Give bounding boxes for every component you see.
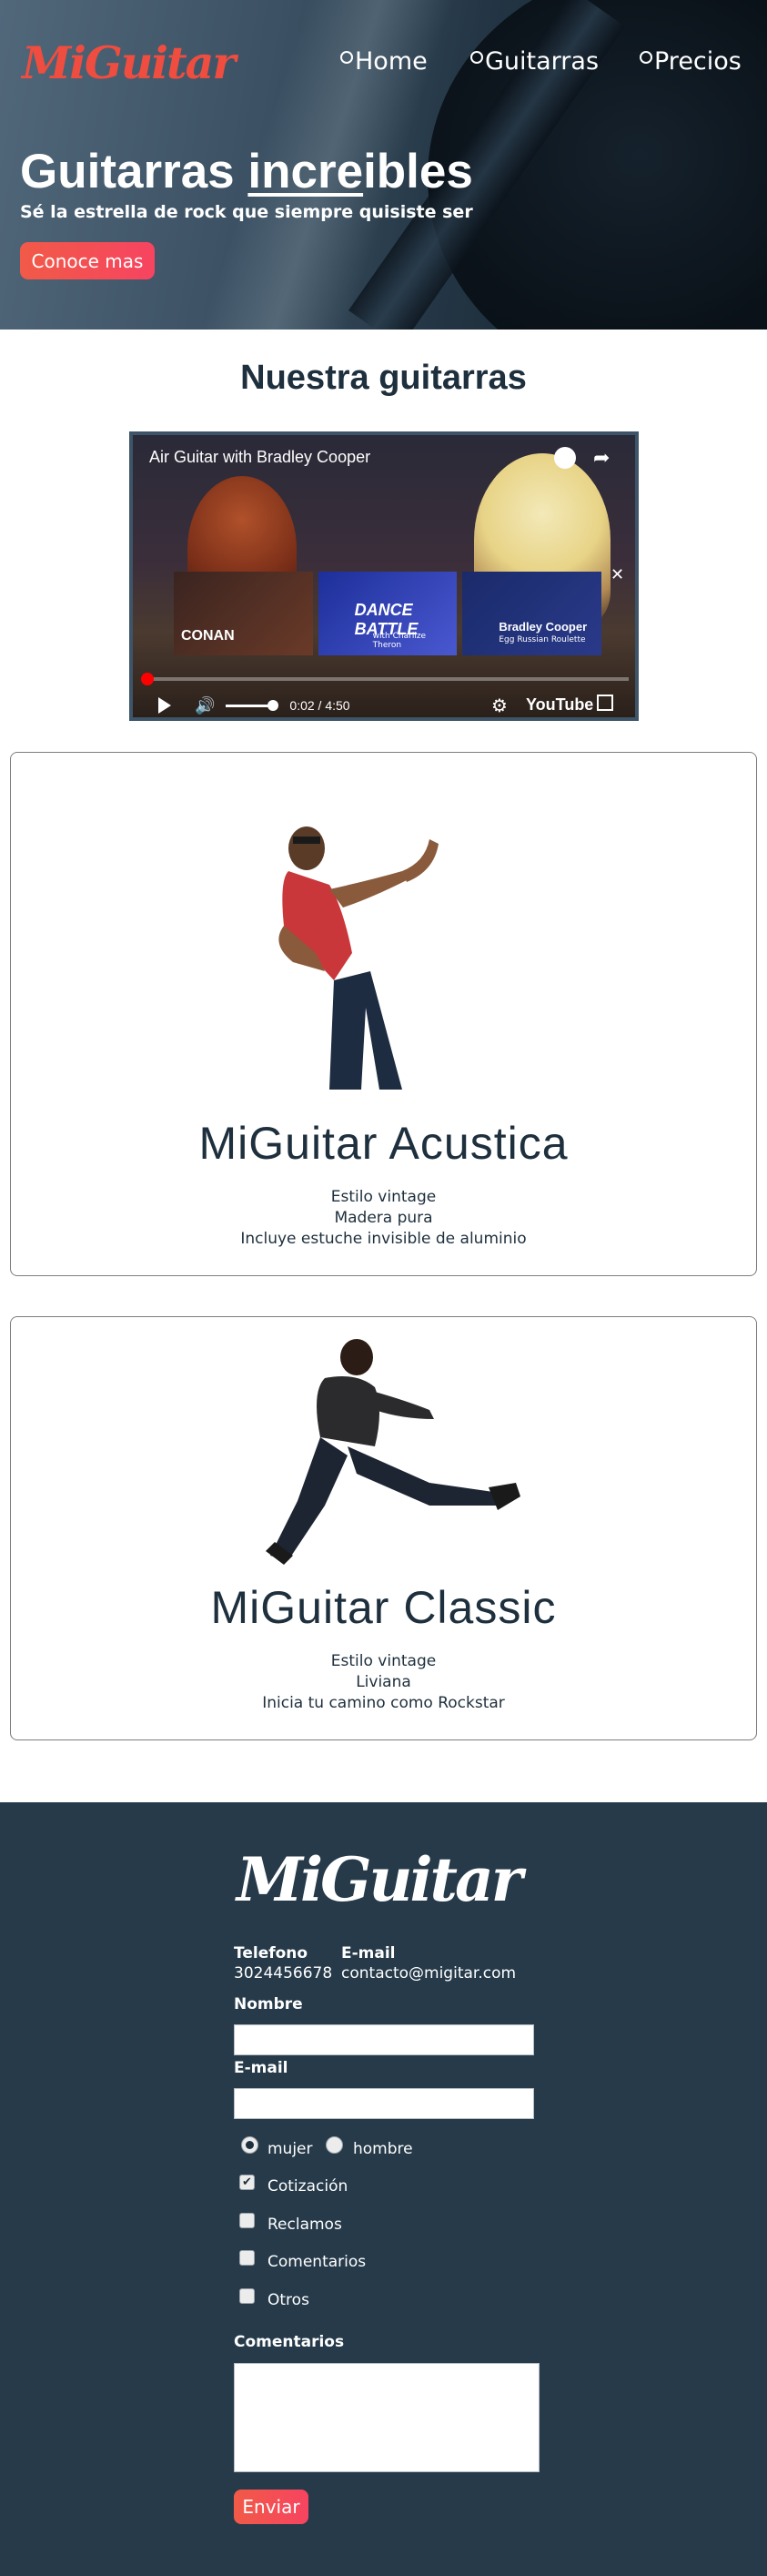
email-input[interactable] xyxy=(234,2088,534,2119)
hero-title-underlined: incre xyxy=(247,145,364,198)
circle-bullet-icon xyxy=(640,51,652,64)
video-player[interactable]: Air Guitar with Bradley Cooper ➦ ✕ CONAN… xyxy=(129,431,639,721)
nav-item-guitarras[interactable]: Guitarras xyxy=(470,47,599,76)
hero-title-end: ibles xyxy=(363,145,473,198)
brand-logo[interactable]: MiGuitar xyxy=(22,36,236,89)
product-feature: Inicia tu camino como Rockstar xyxy=(262,1694,505,1712)
watch-later-icon[interactable] xyxy=(554,447,576,469)
product-feature: Incluye estuche invisible de aluminio xyxy=(240,1230,527,1248)
video-time: 0:02 / 4:50 xyxy=(289,698,350,713)
hero-subtitle: Sé la estrella de rock que siempre quisi… xyxy=(20,202,473,222)
volume-slider[interactable] xyxy=(226,699,279,711)
topic-checkbox-cotizacion[interactable]: ✔ xyxy=(239,2175,255,2190)
hero-title: Guitarras increibles xyxy=(20,144,473,199)
gender-radio-mujer[interactable] xyxy=(241,2136,258,2154)
close-icon[interactable]: ✕ xyxy=(611,565,624,584)
submit-button[interactable]: Enviar xyxy=(234,2490,308,2524)
progress-scrubber[interactable] xyxy=(141,673,154,685)
play-icon[interactable] xyxy=(158,697,171,714)
email-field-label: E-mail xyxy=(234,2059,288,2077)
phone-value: 3024456678 xyxy=(234,1964,333,1983)
topic-option-label: Otros xyxy=(267,2291,309,2309)
volume-icon[interactable]: 🔊 xyxy=(195,696,215,715)
guitarist-photo-classic xyxy=(266,1339,520,1565)
gender-option-label: mujer xyxy=(267,2140,313,2158)
nav-item-label: Precios xyxy=(654,47,742,76)
comments-textarea[interactable] xyxy=(234,2363,540,2472)
guitarist-photo-acustica xyxy=(278,827,439,1090)
fullscreen-icon[interactable] xyxy=(597,695,613,711)
email-value[interactable]: contacto@migitar.com xyxy=(341,1964,516,1983)
topic-option-label: Reclamos xyxy=(267,2216,342,2234)
name-field-label: Nombre xyxy=(234,1995,303,2013)
product-title: MiGuitar Acustica xyxy=(198,1118,569,1169)
product-card: MiGuitar Acustica Estilo vintage Madera … xyxy=(10,752,757,1276)
gender-option-label: hombre xyxy=(353,2140,413,2158)
product-title: MiGuitar Classic xyxy=(210,1582,557,1633)
product-feature: Estilo vintage xyxy=(330,1188,437,1206)
related-video-thumbnail[interactable]: CONAN xyxy=(174,572,313,655)
product-feature: Liviana xyxy=(356,1673,411,1691)
conoce-mas-button[interactable]: Conoce mas xyxy=(20,242,155,279)
product-feature: Madera pura xyxy=(334,1209,433,1227)
nav-item-label: Home xyxy=(355,47,428,76)
topic-option-label: Cotización xyxy=(267,2177,348,2196)
youtube-logo[interactable]: YouTube xyxy=(526,695,593,715)
related-video-subtitle: with Charlize Theron xyxy=(372,632,427,650)
video-progress-fill xyxy=(141,673,154,685)
footer-logo[interactable]: MiGuitar xyxy=(237,1844,523,1915)
related-video-title: CONAN xyxy=(181,628,235,644)
related-videos: CONAN DANCE BATTLE with Charlize Theron … xyxy=(174,572,602,655)
related-video-title: Bradley Cooper xyxy=(499,620,588,634)
comments-label: Comentarios xyxy=(234,2333,345,2351)
phone-label: Telefono xyxy=(234,1944,308,1962)
topic-checkbox-reclamos[interactable] xyxy=(239,2213,255,2228)
hero-title-start: Guitarras xyxy=(20,145,248,198)
video-controls: 🔊 0:02 / 4:50 ⚙ YouTube xyxy=(133,690,635,717)
video-progress-bar[interactable] xyxy=(141,673,629,685)
name-input[interactable] xyxy=(234,2024,534,2055)
nav-item-home[interactable]: Home xyxy=(340,47,428,76)
topic-checkbox-comentarios[interactable] xyxy=(239,2250,255,2266)
gender-radio-hombre[interactable] xyxy=(326,2136,343,2154)
product-feature: Estilo vintage xyxy=(330,1652,437,1670)
footer: MiGuitar Telefono 3024456678 E-mail cont… xyxy=(0,1802,767,2576)
product-card: MiGuitar Classic Estilo vintage Liviana … xyxy=(10,1316,757,1740)
topic-checkbox-otros[interactable] xyxy=(239,2288,255,2304)
related-video-thumbnail[interactable]: Bradley Cooper Egg Russian Roulette xyxy=(462,572,602,655)
related-video-subtitle: Egg Russian Roulette xyxy=(499,635,586,644)
share-icon[interactable]: ➦ xyxy=(593,447,610,470)
nav-item-precios[interactable]: Precios xyxy=(640,47,742,76)
gear-icon[interactable]: ⚙ xyxy=(491,695,508,716)
section-title: Nuestra guitarras xyxy=(240,359,527,397)
nav-item-label: Guitarras xyxy=(485,47,600,76)
related-video-thumbnail[interactable]: DANCE BATTLE with Charlize Theron xyxy=(318,572,458,655)
circle-bullet-icon xyxy=(470,51,483,64)
video-title[interactable]: Air Guitar with Bradley Cooper xyxy=(149,448,370,467)
volume-knob[interactable] xyxy=(267,699,279,711)
hero-banner: MiGuitar Home Guitarras Precios Guitarra… xyxy=(0,0,767,330)
circle-bullet-icon xyxy=(340,51,353,64)
topic-option-label: Comentarios xyxy=(267,2253,367,2271)
email-label: E-mail xyxy=(341,1944,396,1962)
